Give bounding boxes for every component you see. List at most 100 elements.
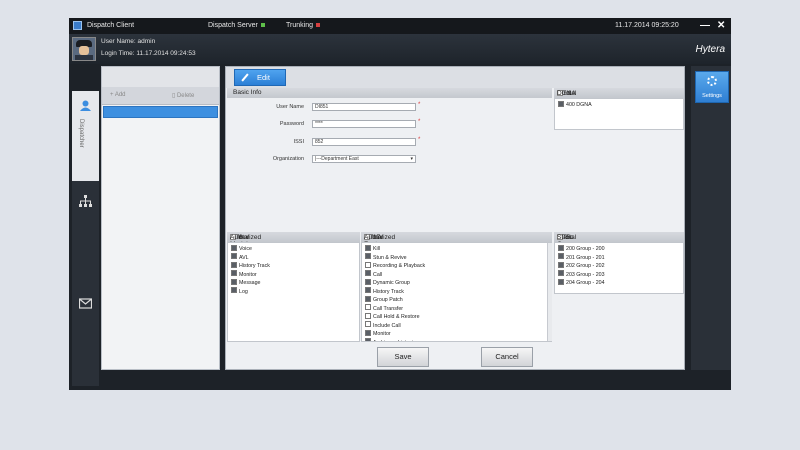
list-item-label: Voice xyxy=(239,246,252,252)
list-item[interactable]: Monitor xyxy=(365,329,391,338)
list-toolbar: + Add ▯ Delete xyxy=(102,87,219,105)
checkbox[interactable] xyxy=(365,261,371,268)
nav-tab-dispatcher[interactable]: Dispatcher xyxy=(72,91,99,181)
password-input[interactable]: **** xyxy=(312,120,416,128)
static-group-list: 200 Group - 200 201 Group - 201 202 Group … xyxy=(554,242,684,294)
delete-button[interactable]: ▯ Delete xyxy=(172,92,194,99)
checkbox[interactable] xyxy=(558,253,564,260)
list-item[interactable]: Call Transfer xyxy=(365,304,403,313)
pencil-icon xyxy=(241,73,249,82)
trunking-status: Trunking xyxy=(286,22,320,29)
list-item[interactable]: Call Hold & Restore xyxy=(365,312,420,321)
list-item[interactable]: History Track xyxy=(231,261,270,270)
basic-info-title: Basic Info xyxy=(233,89,262,96)
checkbox[interactable] xyxy=(558,261,564,268)
list-item[interactable]: Ambience Listening xyxy=(365,338,419,341)
app-icon xyxy=(73,21,82,30)
list-item[interactable]: AVL xyxy=(231,253,249,262)
left-nav: Dispatcher xyxy=(72,91,99,386)
features-total: 17 xyxy=(373,234,381,241)
checkbox[interactable] xyxy=(365,312,371,319)
dgna-list: 400 DGNA xyxy=(554,98,684,130)
checkbox[interactable] xyxy=(231,278,237,285)
nav-tab-messages[interactable] xyxy=(72,289,99,385)
settings-button[interactable]: Settings xyxy=(695,71,729,103)
avatar-body xyxy=(75,55,93,60)
list-item[interactable]: Monitor xyxy=(231,270,257,279)
checkbox[interactable] xyxy=(231,253,237,260)
list-item[interactable] xyxy=(103,106,218,118)
list-item[interactable]: Voice xyxy=(231,244,252,253)
checkbox[interactable] xyxy=(365,295,371,302)
list-item[interactable]: Recording & Playback xyxy=(365,261,426,270)
list-item[interactable]: 204 Group - 204 xyxy=(558,278,605,287)
modules-header: Authorized Modules Total 6 xyxy=(227,232,360,248)
features-scrollbar[interactable] xyxy=(547,243,552,341)
checkbox[interactable] xyxy=(365,270,371,277)
checkbox[interactable] xyxy=(365,253,371,260)
checkbox[interactable] xyxy=(558,278,564,285)
organization-select[interactable]: |---Department East ▾ xyxy=(312,155,416,163)
checkbox[interactable] xyxy=(365,244,371,251)
issi-input[interactable]: 852 xyxy=(312,138,416,146)
avatar xyxy=(72,37,96,61)
save-button[interactable]: Save xyxy=(377,347,429,367)
basic-info-header: Basic Info xyxy=(227,88,552,98)
checkbox[interactable] xyxy=(558,270,564,277)
list-item-label: Monitor xyxy=(373,331,391,337)
edit-label: Edit xyxy=(257,73,270,82)
user-name: User Name: admin xyxy=(101,38,156,45)
features-header: Authorized Features Total 17 xyxy=(361,232,552,248)
list-item-label: AVL xyxy=(239,254,249,261)
list-item-label: Recording & Playback xyxy=(373,263,426,269)
checkbox[interactable] xyxy=(231,287,237,294)
list-item[interactable]: Call xyxy=(365,270,382,279)
checkbox[interactable] xyxy=(231,261,237,268)
message-icon xyxy=(79,298,92,309)
checkbox[interactable] xyxy=(231,244,237,251)
list-item-label: 400 DGNA xyxy=(566,102,592,108)
nav-tab-organization[interactable] xyxy=(72,187,99,283)
list-item[interactable]: Kill xyxy=(365,244,380,253)
list-item[interactable]: 202 Group - 202 xyxy=(558,261,605,270)
checkbox[interactable] xyxy=(365,287,371,294)
list-item[interactable]: Include Call xyxy=(365,321,401,330)
cancel-button[interactable]: Cancel xyxy=(481,347,533,367)
list-item[interactable]: Group Patch xyxy=(365,295,403,304)
list-item[interactable]: Stun & Revive xyxy=(365,253,407,262)
list-item-label: Call Hold & Restore xyxy=(373,314,420,320)
login-time: Login Time: 11.17.2014 09:24:53 xyxy=(101,50,196,57)
checkbox[interactable] xyxy=(365,338,371,341)
list-item[interactable]: 200 Group - 200 xyxy=(558,244,605,253)
list-item[interactable]: Log xyxy=(231,287,248,296)
list-item[interactable]: 400 DGNA xyxy=(558,100,592,109)
list-panel-header xyxy=(102,67,219,87)
list-item-label: 201 Group - 201 xyxy=(566,254,605,261)
title-bar: Dispatch Client Dispatch Server Trunking… xyxy=(69,18,731,34)
user-header: User Name: admin Login Time: 11.17.2014 … xyxy=(69,34,731,64)
checkbox[interactable] xyxy=(558,244,564,251)
close-button[interactable]: ✕ xyxy=(717,20,725,31)
checkbox[interactable] xyxy=(365,304,371,311)
edit-button[interactable]: Edit xyxy=(234,69,286,86)
add-button[interactable]: + Add xyxy=(110,92,126,98)
checkbox[interactable] xyxy=(558,100,564,107)
user-name-input[interactable]: DI851 xyxy=(312,103,416,111)
checkbox[interactable] xyxy=(365,321,371,328)
list-item-label: 200 Group - 200 xyxy=(566,246,605,252)
static-group-header: Static Group Total 5 xyxy=(554,232,684,248)
list-item[interactable]: 201 Group - 201 xyxy=(558,253,605,262)
user-name-label: User Name xyxy=(276,104,304,110)
list-item[interactable]: 203 Group - 203 xyxy=(558,270,605,279)
list-item[interactable]: History Track xyxy=(365,287,404,296)
list-item-label: History Track xyxy=(239,263,270,269)
checkbox[interactable] xyxy=(231,270,237,277)
add-label: Add xyxy=(114,92,126,98)
checkbox[interactable] xyxy=(365,278,371,285)
list-item[interactable]: Message xyxy=(231,278,261,287)
checkbox[interactable] xyxy=(365,329,371,336)
list-item-label: 202 Group - 202 xyxy=(566,263,605,269)
list-item-label: History Track xyxy=(373,288,404,295)
list-item[interactable]: Dynamic Group xyxy=(365,278,410,287)
minimize-button[interactable]: — xyxy=(700,20,710,31)
